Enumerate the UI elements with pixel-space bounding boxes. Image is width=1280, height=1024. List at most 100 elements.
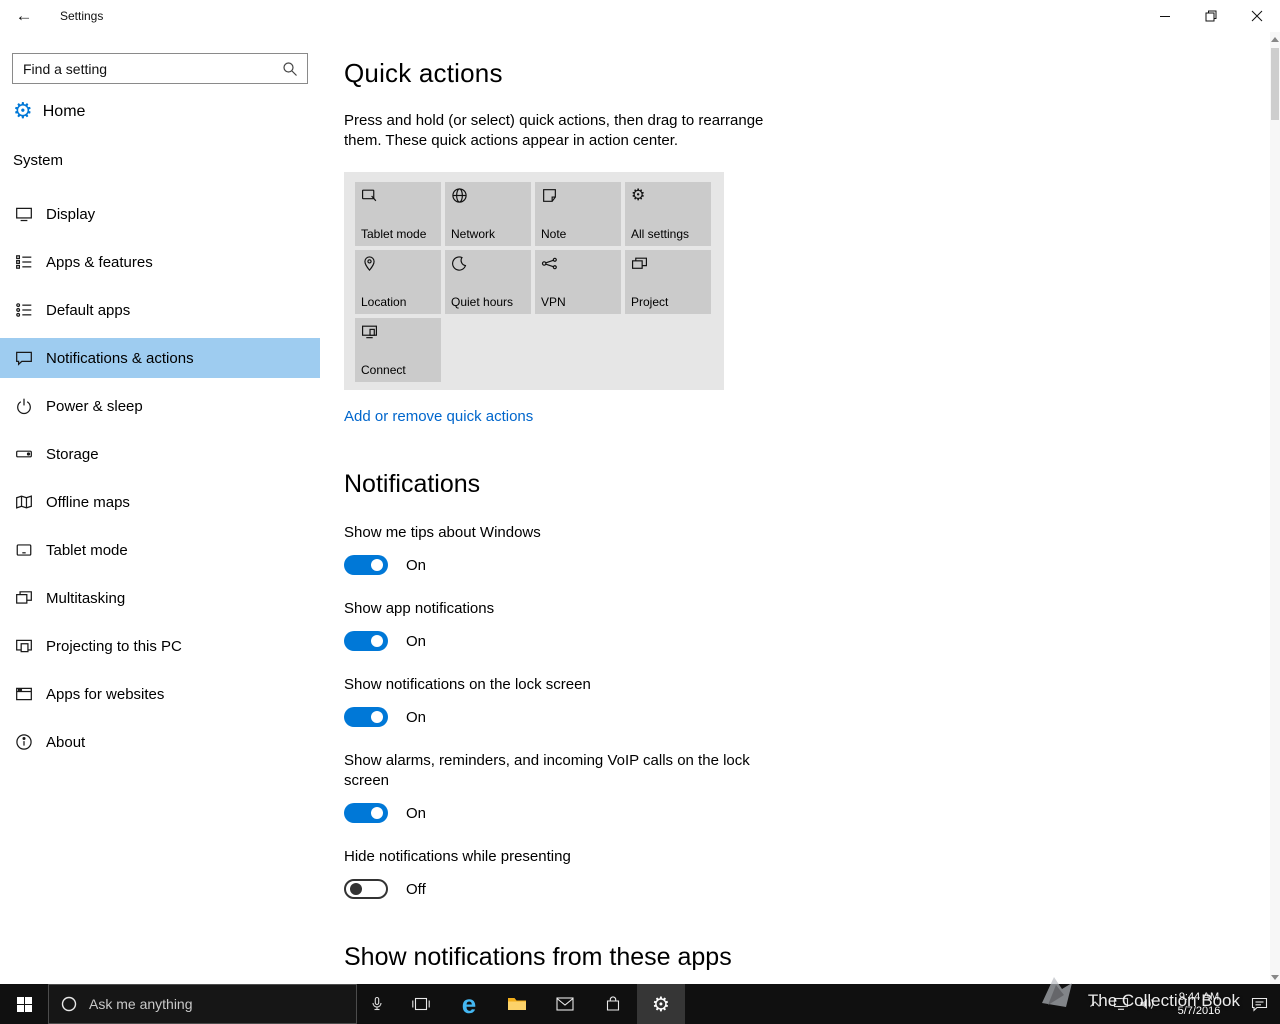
file-explorer-button[interactable] [493, 984, 541, 1024]
sidebar-item-default-apps[interactable]: Default apps [0, 290, 320, 330]
default-apps-icon [14, 300, 34, 320]
setting-lockscreen-notifications: Show notifications on the lock screen On [344, 676, 591, 727]
toggle-app-notifications-state: On [406, 632, 427, 650]
setting-hide-presenting: Hide notifications while presenting Off [344, 848, 571, 899]
apps-websites-icon [14, 684, 34, 704]
sidebar-item-multitasking[interactable]: Multitasking [0, 578, 320, 618]
taskbar: e ⚙ 9:44 AM 5/7/2016 [0, 984, 1280, 1024]
toggle-show-tips[interactable] [344, 555, 388, 575]
microphone-icon [372, 996, 382, 1011]
store-icon [606, 996, 620, 1011]
quick-action-all-settings[interactable]: ⚙ All settings [625, 182, 711, 246]
offline-maps-icon [14, 492, 34, 512]
toggle-lockscreen-notifications-state: On [406, 708, 427, 726]
setting-show-tips: Show me tips about Windows On [344, 524, 541, 575]
sidebar-item-display[interactable]: Display [0, 194, 320, 234]
edge-button[interactable]: e [445, 984, 493, 1024]
home-gear-icon: ⚙ [13, 99, 33, 124]
close-button[interactable] [1234, 0, 1280, 32]
minimize-icon [1160, 16, 1170, 17]
taskbar-empty-area [685, 984, 1082, 1024]
sidebar-item-home[interactable]: ⚙ Home [0, 92, 320, 132]
tray-overflow-chevron[interactable] [1082, 984, 1108, 1024]
clock-date: 5/7/2016 [1177, 1005, 1221, 1017]
network-globe-icon [451, 187, 525, 205]
edge-icon: e [461, 989, 477, 1019]
project-screens-icon [631, 255, 705, 273]
sidebar-item-projecting[interactable]: Projecting to this PC [0, 626, 320, 666]
quick-action-tablet-mode[interactable]: Tablet mode [355, 182, 441, 246]
note-icon [541, 187, 615, 205]
toggle-lockscreen-notifications[interactable] [344, 707, 388, 727]
cortana-search-box[interactable] [48, 984, 357, 1024]
quick-action-note[interactable]: Note [535, 182, 621, 246]
task-view-button[interactable] [397, 984, 445, 1024]
sidebar-items: Display Apps & features Default apps Not… [0, 194, 320, 762]
system-tray: 9:44 AM 5/7/2016 [1082, 984, 1280, 1024]
sidebar-item-offline-maps[interactable]: Offline maps [0, 482, 320, 522]
quick-action-connect[interactable]: Connect [355, 318, 441, 382]
sidebar-item-apps-features[interactable]: Apps & features [0, 242, 320, 282]
toggle-hide-presenting[interactable] [344, 879, 388, 899]
window-title: Settings [60, 9, 104, 23]
taskbar-clock[interactable]: 9:44 AM 5/7/2016 [1160, 984, 1238, 1024]
search-icon[interactable] [279, 61, 301, 77]
network-tray-icon[interactable] [1108, 984, 1134, 1024]
toggle-alarms-voip[interactable] [344, 803, 388, 823]
scrollbar-thumb[interactable] [1271, 48, 1279, 120]
scrollbar-down-arrow[interactable] [1270, 970, 1280, 984]
add-remove-quick-actions-link[interactable]: Add or remove quick actions [344, 408, 533, 425]
back-button[interactable]: ← [0, 0, 48, 32]
quick-action-project[interactable]: Project [625, 250, 711, 314]
volume-tray-icon[interactable] [1134, 984, 1160, 1024]
mail-icon [556, 997, 574, 1011]
sidebar-item-tablet-mode[interactable]: Tablet mode [0, 530, 320, 570]
quick-action-location[interactable]: Location [355, 250, 441, 314]
settings-taskbar-button[interactable]: ⚙ [637, 984, 685, 1024]
action-center-button[interactable] [1238, 984, 1280, 1024]
quick-actions-grid: Tablet mode Network Note ⚙ All settings … [344, 172, 724, 390]
task-view-icon [412, 997, 430, 1011]
taskbar-search-input[interactable] [89, 996, 356, 1012]
projecting-icon [14, 636, 34, 656]
sidebar-item-about[interactable]: About [0, 722, 320, 762]
quick-actions-description: Press and hold (or select) quick actions… [344, 112, 764, 149]
toggle-app-notifications[interactable] [344, 631, 388, 651]
restore-button[interactable] [1188, 0, 1234, 32]
clock-time: 9:44 AM [1178, 991, 1220, 1003]
sidebar-item-storage[interactable]: Storage [0, 434, 320, 474]
quiet-hours-moon-icon [451, 255, 525, 273]
search-input[interactable] [23, 60, 279, 77]
titlebar: ← Settings [0, 0, 1280, 32]
toggle-alarms-voip-state: On [406, 804, 427, 822]
minimize-button[interactable] [1142, 0, 1188, 32]
multitasking-icon [14, 588, 34, 608]
quick-action-vpn[interactable]: VPN [535, 250, 621, 314]
about-icon [14, 732, 34, 752]
apps-features-icon [14, 252, 34, 272]
sidebar-item-notifications-actions[interactable]: Notifications & actions [0, 338, 320, 378]
microphone-button[interactable] [357, 984, 397, 1024]
cortana-icon [49, 995, 89, 1013]
notifications-heading: Notifications [344, 470, 481, 498]
notifications-icon [14, 348, 34, 368]
quick-actions-heading: Quick actions [344, 58, 503, 88]
scrollbar[interactable] [1270, 32, 1280, 984]
storage-icon [14, 444, 34, 464]
setting-alarms-voip: Show alarms, reminders, and incoming VoI… [344, 752, 750, 823]
connect-icon [361, 323, 435, 341]
find-setting-searchbox[interactable] [12, 53, 308, 84]
mail-button[interactable] [541, 984, 589, 1024]
file-explorer-icon [508, 998, 526, 1010]
sidebar-item-apps-websites[interactable]: Apps for websites [0, 674, 320, 714]
scrollbar-up-arrow[interactable] [1270, 32, 1280, 46]
back-arrow-icon: ← [15, 6, 33, 25]
sidebar-section-label: System [13, 152, 64, 169]
power-sleep-icon [14, 396, 34, 416]
quick-action-network[interactable]: Network [445, 182, 531, 246]
sidebar-item-power-sleep[interactable]: Power & sleep [0, 386, 320, 426]
all-settings-gear-icon: ⚙ [631, 185, 646, 204]
start-button[interactable] [0, 984, 48, 1024]
store-button[interactable] [589, 984, 637, 1024]
quick-action-quiet-hours[interactable]: Quiet hours [445, 250, 531, 314]
